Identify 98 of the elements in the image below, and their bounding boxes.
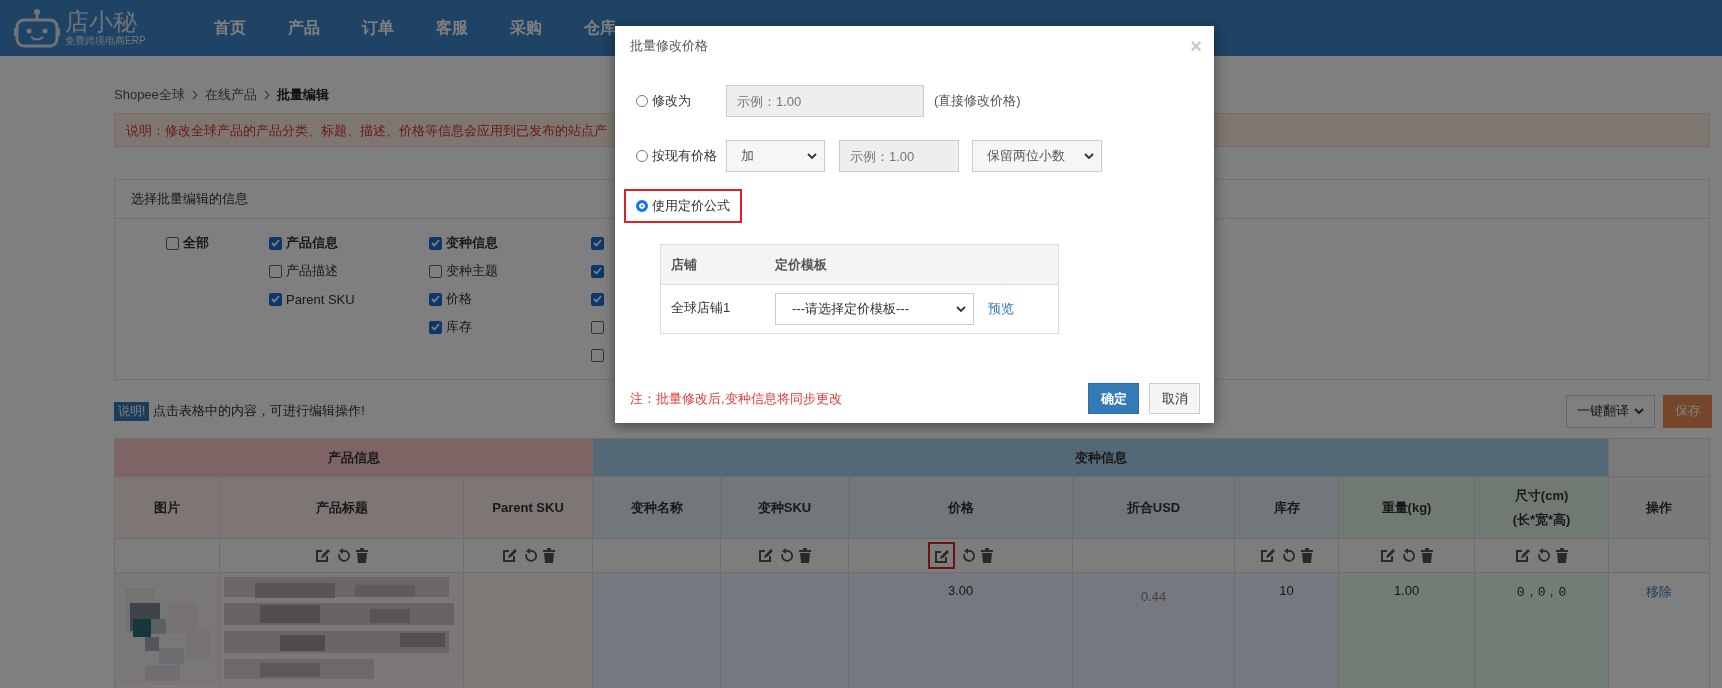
column-header: 店铺 (670, 255, 698, 274)
table-cell: 10 (1234, 572, 1339, 688)
group-header: 变种信息 (592, 438, 1609, 477)
group-header: 产品信息 (114, 438, 593, 477)
warning-note: 注：批量修改后,变种信息将同步更改 (630, 389, 842, 408)
preview-link[interactable]: 预览 (988, 300, 1014, 318)
undo-icon[interactable] (961, 548, 976, 563)
edit-icon[interactable] (1380, 548, 1396, 563)
logo-tagline: 免费跨境电商ERP (65, 35, 146, 47)
trash-icon[interactable] (356, 548, 368, 563)
caret-icon (955, 303, 967, 315)
option-label: 修改为 (652, 92, 692, 110)
logo-name: 店小秘 (65, 9, 138, 35)
tip-text: 点击表格中的内容，可进行编辑操作! (153, 402, 365, 420)
checkbox-label: 产品信息 (286, 234, 338, 252)
column-header: 变种名称 (592, 476, 721, 539)
checkbox-label: 变种主题 (446, 262, 498, 280)
edit-icon[interactable] (1260, 548, 1276, 563)
trash-icon[interactable] (1301, 548, 1314, 563)
nav-item[interactable]: 产品 (288, 17, 320, 39)
option-label: 使用定价公式 (652, 197, 730, 215)
column-header: Parent SKU (463, 476, 593, 539)
breadcrumb-item[interactable]: Shopee全球 (114, 86, 185, 104)
checkbox-label: 价格 (446, 290, 472, 308)
undo-icon[interactable] (1401, 548, 1416, 563)
column-header: 尺寸(cm) (长*宽*高) (1474, 476, 1609, 539)
column-header: 折合USD (1072, 476, 1235, 539)
checkbox[interactable] (591, 348, 604, 362)
cancel-button[interactable]: 取消 (1149, 383, 1200, 414)
trash-icon[interactable] (1556, 548, 1569, 563)
undo-icon[interactable] (779, 548, 794, 563)
nav-item[interactable]: 首页 (214, 17, 246, 39)
confirm-button[interactable]: 确定 (1088, 383, 1139, 414)
checkbox-label: 库存 (446, 318, 472, 336)
checkbox[interactable] (429, 236, 442, 250)
checkbox[interactable] (269, 292, 282, 306)
table-cell: 0，0，0 (1474, 572, 1609, 688)
trash-icon[interactable] (1421, 548, 1434, 563)
store-name: 全球店铺1 (670, 299, 732, 317)
checkbox[interactable] (591, 264, 604, 278)
radio-button[interactable] (636, 200, 648, 212)
operator-select[interactable]: 加 (726, 140, 825, 172)
breadcrumb-item[interactable]: 在线产品 (204, 86, 257, 104)
edit-icon[interactable] (501, 548, 517, 563)
undo-icon[interactable] (1536, 548, 1551, 563)
checkbox[interactable] (429, 320, 442, 334)
chevron-icon (190, 90, 199, 100)
chevron-icon (262, 90, 271, 100)
column-header: 定价模板 (775, 255, 827, 274)
undo-icon[interactable] (522, 548, 537, 563)
edit-icon[interactable] (1515, 548, 1531, 563)
remove-link[interactable]: 移除 (1646, 584, 1673, 599)
edit-icon[interactable] (315, 548, 330, 563)
caret-icon (806, 150, 818, 162)
hint-text: (直接修改价格) (934, 92, 1021, 110)
template-select[interactable]: ---请选择定价模板--- (775, 293, 974, 325)
trash-icon[interactable] (981, 548, 994, 563)
breadcrumb-item[interactable]: 批量编辑 (276, 86, 329, 104)
nav-item[interactable]: 订单 (362, 17, 394, 39)
robot-logo-icon (14, 8, 60, 48)
note-badge: 说明! (114, 401, 150, 421)
caret-icon (1632, 405, 1645, 417)
checkbox-label: Parent SKU (286, 291, 355, 307)
checkbox[interactable] (429, 292, 442, 306)
column-header: 操作 (1608, 476, 1710, 539)
nav-item[interactable]: 客服 (436, 17, 468, 39)
nav-item[interactable]: 采购 (510, 17, 542, 39)
option-label: 按现有价格 (652, 147, 718, 165)
save-button[interactable]: 保存 (1663, 394, 1712, 428)
checkbox[interactable] (429, 264, 442, 278)
trash-icon[interactable] (799, 548, 812, 563)
table-cell: 3.00 (848, 572, 1073, 688)
table-cell: 1.00 (1338, 572, 1475, 688)
dialog-title: 批量修改价格 (630, 37, 708, 55)
checkbox-label: 变种信息 (446, 234, 498, 252)
column-header: 重量(kg) (1338, 476, 1475, 539)
checkbox[interactable] (269, 236, 282, 250)
column-header: 变种SKU (720, 476, 849, 539)
edit-icon[interactable] (934, 549, 950, 564)
checkbox[interactable] (269, 264, 282, 278)
checkbox-label: 产品描述 (286, 262, 338, 280)
column-header: 价格 (848, 476, 1073, 539)
checkbox[interactable] (591, 320, 604, 334)
checkbox[interactable] (591, 236, 604, 250)
checkbox[interactable] (591, 292, 604, 306)
edit-icon[interactable] (758, 548, 774, 563)
undo-icon[interactable] (1281, 548, 1296, 563)
undo-icon[interactable] (336, 548, 350, 563)
rounding-select[interactable]: 保留两位小数 (972, 140, 1102, 172)
nav-item[interactable]: 仓库 (584, 17, 616, 39)
checkbox[interactable] (166, 236, 179, 250)
column-header: 产品标题 (219, 476, 464, 539)
caret-icon (1083, 150, 1095, 162)
column-header: 库存 (1234, 476, 1339, 539)
table-cell: 0.44 (1072, 572, 1235, 688)
checkbox-label: 全部 (183, 234, 209, 252)
trash-icon[interactable] (542, 548, 555, 563)
column-header: 图片 (114, 476, 220, 539)
